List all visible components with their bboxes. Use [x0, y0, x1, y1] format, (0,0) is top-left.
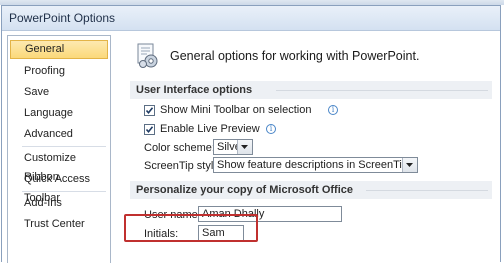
mini-toolbar-label[interactable]: Show Mini Toolbar on selection — [160, 104, 311, 116]
general-header-text: General options for working with PowerPo… — [170, 49, 420, 63]
chevron-down-icon[interactable] — [237, 140, 252, 154]
sidebar-item-save[interactable]: Save — [10, 83, 108, 102]
color-scheme-select[interactable]: Silver — [213, 139, 253, 155]
sidebar-item-quick-access-toolbar[interactable]: Quick Access Toolbar — [10, 170, 108, 204]
screentip-style-value: Show feature descriptions in ScreenTips — [217, 159, 414, 171]
checkmark-icon — [145, 107, 154, 115]
checkmark-icon — [145, 126, 154, 134]
section-user-interface-options: User Interface options — [130, 81, 492, 99]
sidebar-item-proofing[interactable]: Proofing — [10, 62, 108, 81]
live-preview-label[interactable]: Enable Live Preview — [160, 123, 260, 135]
sidebar-item-trust-center[interactable]: Trust Center — [10, 215, 108, 234]
info-icon[interactable]: i — [328, 105, 338, 115]
chevron-down-icon[interactable] — [402, 158, 417, 172]
sidebar-item-customize-ribbon[interactable]: Customize Ribbon — [10, 149, 108, 183]
screentip-style-label: ScreenTip style: — [144, 160, 223, 172]
info-icon[interactable]: i — [266, 124, 276, 134]
annotation-highlight-box — [124, 214, 258, 242]
section-rule — [366, 190, 488, 191]
section-title: Personalize your copy of Microsoft Offic… — [136, 184, 353, 196]
dialog-title: PowerPoint Options — [9, 11, 116, 25]
sidebar-item-language[interactable]: Language — [10, 104, 108, 123]
live-preview-checkbox[interactable] — [144, 124, 155, 135]
section-rule — [276, 90, 488, 91]
sidebar-item-advanced[interactable]: Advanced — [10, 125, 108, 144]
sidebar-item-general[interactable]: General — [10, 40, 108, 59]
options-sidebar: General Proofing Save Language Advanced … — [7, 35, 111, 263]
section-title: User Interface options — [136, 84, 253, 96]
color-scheme-label: Color scheme: — [144, 142, 215, 154]
screentip-style-select[interactable]: Show feature descriptions in ScreenTips — [213, 157, 418, 173]
title-bar: PowerPoint Options — [2, 6, 500, 31]
general-settings-icon — [136, 42, 160, 70]
sidebar-item-add-ins[interactable]: Add-Ins — [10, 194, 108, 213]
sidebar-divider — [22, 191, 106, 192]
section-personalize: Personalize your copy of Microsoft Offic… — [130, 181, 492, 199]
mini-toolbar-checkbox[interactable] — [144, 105, 155, 116]
sidebar-divider — [22, 146, 106, 147]
